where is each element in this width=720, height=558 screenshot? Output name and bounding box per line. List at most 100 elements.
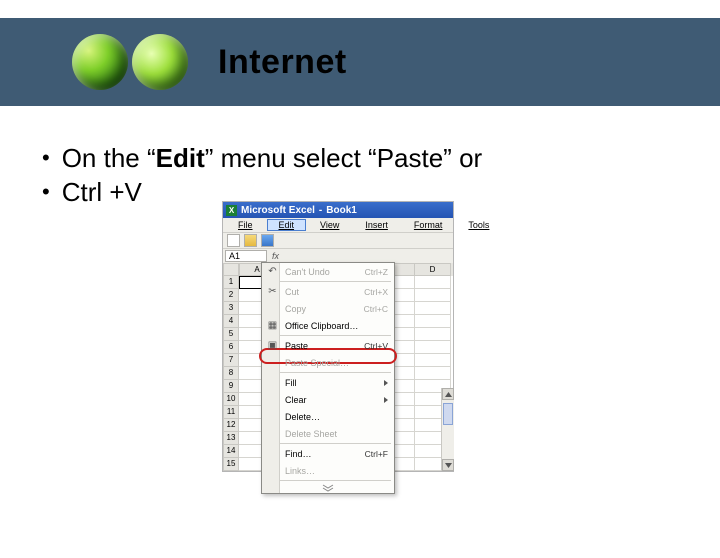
menu-item-paste[interactable]: ▣ Paste Ctrl+V [262,337,394,354]
submenu-arrow-icon [384,380,388,386]
menu-item-label: Copy [285,304,358,314]
clipboard-icon: ▦ [266,319,279,332]
menu-format-label: Format [408,219,449,231]
menu-item-label: Links… [285,466,388,476]
bullet-dot-icon: • [42,142,50,174]
blank-icon [266,464,279,477]
paste-icon: ▣ [266,339,279,352]
scroll-up-icon[interactable] [442,388,454,400]
menu-item-shortcut: Ctrl+C [364,304,388,314]
row-header[interactable]: 11 [223,406,239,419]
menu-item-label: Delete… [285,412,388,422]
row-header[interactable]: 13 [223,432,239,445]
menu-item-shortcut: Ctrl+F [365,449,388,459]
menu-item-label: Can't Undo [285,267,359,277]
menu-insert-label: Insert [359,219,394,231]
bullet-1-text: On the “Edit” menu select “Paste” or [62,142,482,176]
menu-file-label: File [232,219,259,231]
menu-item-shortcut: Ctrl+X [364,287,388,297]
row-header[interactable]: 5 [223,328,239,341]
menu-item-label: Office Clipboard… [285,321,388,331]
blank-icon [266,427,279,440]
menu-item-find[interactable]: Find… Ctrl+F [262,445,394,462]
menu-separator [265,480,391,481]
green-orb-icon [132,34,188,90]
cut-icon: ✂ [266,285,279,298]
row-headers: 1 2 3 4 5 6 7 8 9 10 11 12 13 14 15 [223,263,239,471]
row-header[interactable]: 6 [223,341,239,354]
menu-view[interactable]: View [308,219,351,231]
toolbar [223,232,453,248]
row-header[interactable]: 12 [223,419,239,432]
row-header[interactable]: 14 [223,445,239,458]
name-box[interactable]: A1 [225,250,267,262]
row-header[interactable]: 4 [223,315,239,328]
menu-tools[interactable]: Tools [456,219,501,231]
menu-edit-label: Edit [273,219,301,231]
submenu-arrow-icon [384,397,388,403]
vertical-scrollbar[interactable] [441,388,454,471]
menu-item-paste-special[interactable]: Paste Special… [262,354,394,371]
excel-screenshot: X Microsoft Excel - Book1 File Edit View… [222,201,454,472]
menu-item-delete-sheet[interactable]: Delete Sheet [262,425,394,442]
menu-item-clear[interactable]: Clear [262,391,394,408]
menubar: File Edit View Insert Format Tools [223,218,453,232]
menu-item-office-clipboard[interactable]: ▦ Office Clipboard… [262,317,394,334]
menu-item-links[interactable]: Links… [262,462,394,479]
row-header[interactable]: 3 [223,302,239,315]
menu-item-label: Delete Sheet [285,429,388,439]
green-orb-icon [72,34,128,90]
row-header[interactable]: 10 [223,393,239,406]
excel-app-icon: X [226,205,237,216]
menu-item-copy[interactable]: Copy Ctrl+C [262,300,394,317]
menu-item-fill[interactable]: Fill [262,374,394,391]
scroll-track[interactable] [442,401,454,458]
window-titlebar: X Microsoft Excel - Book1 [223,202,453,218]
menu-item-delete[interactable]: Delete… [262,408,394,425]
worksheet: 1 2 3 4 5 6 7 8 9 10 11 12 13 14 15 A D [223,263,453,471]
bullet-1-post: ” menu select “Paste” or [205,143,482,173]
menu-item-label: Find… [285,449,359,459]
formula-bar: A1 fx [223,248,453,263]
menu-item-label: Cut [285,287,358,297]
blank-icon [266,376,279,389]
scroll-thumb[interactable] [443,403,453,425]
new-icon[interactable] [227,234,240,247]
scroll-down-icon[interactable] [442,459,454,471]
menu-edit[interactable]: Edit [267,219,307,231]
menu-separator [265,372,391,373]
menu-file[interactable]: File [226,219,265,231]
row-header[interactable]: 2 [223,289,239,302]
menu-separator [265,443,391,444]
menu-separator [265,335,391,336]
bullet-1-bold: Edit [156,143,205,173]
menu-item-cut[interactable]: ✂ Cut Ctrl+X [262,283,394,300]
row-header[interactable]: 15 [223,458,239,471]
open-icon[interactable] [244,234,257,247]
grid: A D [239,263,453,471]
edit-dropdown: ↶ Can't Undo Ctrl+Z ✂ Cut Ctrl+X Copy Ct… [261,262,395,494]
menu-item-shortcut: Ctrl+Z [365,267,388,277]
row-header[interactable]: 8 [223,367,239,380]
app-name: Microsoft Excel [241,205,315,216]
menu-item-undo[interactable]: ↶ Can't Undo Ctrl+Z [262,263,394,280]
blank-icon [266,393,279,406]
slide-body: • On the “Edit” menu select “Paste” or •… [0,106,720,210]
slide-header: Internet [0,18,720,106]
blank-icon [266,356,279,369]
save-icon[interactable] [261,234,274,247]
title-separator: - [319,205,322,216]
menu-insert[interactable]: Insert [353,219,400,231]
blank-icon [266,410,279,423]
row-header[interactable]: 7 [223,354,239,367]
row-header[interactable]: 9 [223,380,239,393]
menu-item-label: Clear [285,395,378,405]
menu-item-shortcut: Ctrl+V [364,341,388,351]
menu-expand-chevrons-icon[interactable] [262,482,394,493]
select-all-cell[interactable] [223,263,239,276]
bullet-1-pre: On the “ [62,143,156,173]
menu-format[interactable]: Format [402,219,455,231]
col-header[interactable]: D [415,263,451,276]
row-header[interactable]: 1 [223,276,239,289]
bullet-dot-icon: • [42,176,50,208]
